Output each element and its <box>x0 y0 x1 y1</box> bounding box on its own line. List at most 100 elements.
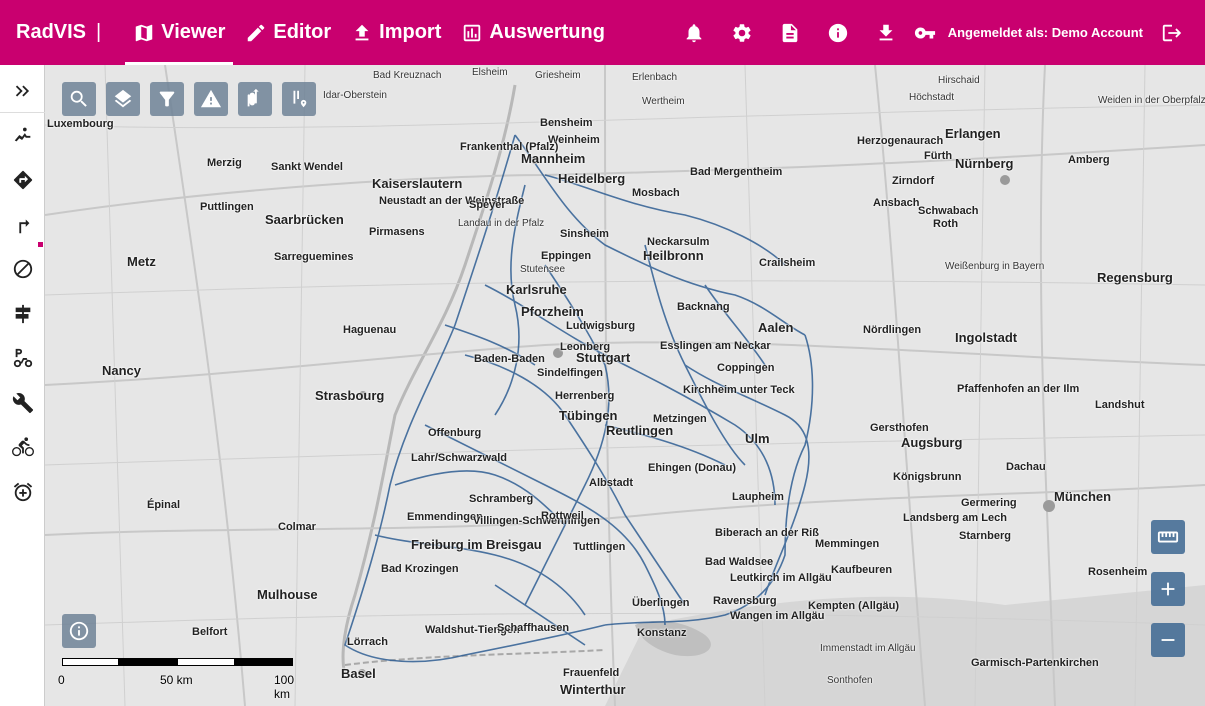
city-label: Frauenfeld <box>563 667 620 679</box>
city-label: Tuttlingen <box>573 541 626 553</box>
city-label: Albstadt <box>589 477 633 489</box>
city-label: Nürnberg <box>955 156 1014 171</box>
city-label: Wertheim <box>642 96 685 107</box>
city-label: Wangen im Allgäu <box>730 610 825 622</box>
city-label: Herzogenaurach <box>857 135 944 147</box>
city-label: Colmar <box>278 521 316 533</box>
city-label: Landshut <box>1095 399 1145 411</box>
scale-segment <box>62 658 119 666</box>
document-icon <box>782 23 798 42</box>
city-label: Freiburg im Breisgau <box>411 537 542 552</box>
sidebar-item-bike-sharing[interactable] <box>0 427 45 467</box>
city-label: Schaffhausen <box>497 622 570 634</box>
city-label: Ingolstadt <box>955 330 1018 345</box>
city-label: Memmingen <box>815 538 880 550</box>
sidebar-item-turn[interactable] <box>0 205 45 245</box>
main-nav: Viewer Editor Import Auswertung <box>123 0 615 65</box>
city-label: Ulm <box>745 431 770 446</box>
expand-sidebar-button[interactable] <box>0 69 45 113</box>
city-label: Landsberg am Lech <box>903 512 1007 524</box>
scale-segment <box>235 658 293 666</box>
key-icon <box>914 27 935 38</box>
scale-segment <box>177 658 235 666</box>
zoom-out-button[interactable] <box>1151 623 1185 657</box>
city-label: Metz <box>127 254 156 269</box>
pencil-icon <box>248 24 265 41</box>
city-label: Offenburg <box>428 427 482 439</box>
city-label: Sarreguemines <box>274 251 354 263</box>
documents-button[interactable] <box>766 9 814 57</box>
nav-auswertung[interactable]: Auswertung <box>451 0 615 65</box>
city-label: Basel <box>341 666 376 681</box>
info-button[interactable] <box>814 9 862 57</box>
city-label: Winterthur <box>560 682 626 697</box>
city-label: Regensburg <box>1097 270 1173 285</box>
nav-import[interactable]: Import <box>341 0 451 65</box>
city-label: Mosbach <box>632 187 680 199</box>
sidebar-item-bike-parking[interactable] <box>0 338 45 378</box>
city-label: Garmisch-Partenkirchen <box>971 657 1099 669</box>
route-tool-button[interactable] <box>238 82 272 116</box>
city-label: Erlenbach <box>632 72 678 83</box>
sidebar-item-signpost[interactable] <box>0 294 45 334</box>
city-label: Biberach an der Riß <box>715 527 819 539</box>
city-label: Rottweil <box>541 510 584 522</box>
logout-button[interactable] <box>1151 9 1193 57</box>
nav-viewer[interactable]: Viewer <box>123 0 235 65</box>
sidebar-item-route[interactable] <box>0 160 45 200</box>
city-label: Sindelfingen <box>537 367 603 379</box>
sidebar-item-maintenance[interactable] <box>0 383 45 423</box>
city-label: Augsburg <box>901 435 963 450</box>
city-label: Nancy <box>102 363 142 378</box>
layers-button[interactable] <box>106 82 140 116</box>
info-icon <box>828 23 847 42</box>
ruler-button[interactable] <box>1151 520 1185 554</box>
city-label: Karlsruhe <box>506 282 567 297</box>
city-label: Pforzheim <box>521 304 584 319</box>
city-label: Fürth <box>924 150 953 162</box>
warning-icon <box>200 89 222 108</box>
sidebar-item-alarm[interactable] <box>0 472 45 512</box>
city-label: Bad Waldsee <box>705 556 774 568</box>
city-label: Kaufbeuren <box>831 564 893 576</box>
city-label: Ludwigsburg <box>566 320 636 332</box>
measure-tool-button[interactable] <box>282 82 316 116</box>
city-label: Überlingen <box>632 597 690 609</box>
warning-button[interactable] <box>194 82 228 116</box>
nav-editor[interactable]: Editor <box>235 0 341 65</box>
city-label: Leonberg <box>560 341 611 353</box>
download-button[interactable] <box>862 9 910 57</box>
city-label: Idar-Oberstein <box>323 90 387 101</box>
zoom-in-button[interactable] <box>1151 572 1185 606</box>
nav-editor-label: Editor <box>273 21 332 43</box>
city-label: Mannheim <box>521 151 586 166</box>
city-label: Laupheim <box>732 491 784 503</box>
city-label: Schwabach <box>918 205 979 217</box>
header-actions: Angemeldet als: Demo Account <box>670 0 1205 65</box>
sidebar-item-cyclist[interactable] <box>0 115 45 155</box>
map-info-button[interactable] <box>62 614 96 648</box>
settings-button[interactable] <box>718 9 766 57</box>
notifications-button[interactable] <box>670 9 718 57</box>
sidebar-item-blocked[interactable] <box>0 249 45 289</box>
city-label: Schramberg <box>469 493 534 505</box>
minus-icon <box>1161 639 1175 641</box>
block-icon <box>13 259 32 279</box>
filter-button[interactable] <box>150 82 184 116</box>
city-label: Coppingen <box>717 362 775 374</box>
user-account[interactable]: Angemeldet als: Demo Account <box>914 22 1143 44</box>
plus-icon <box>1161 582 1175 596</box>
map-canvas[interactable]: Bad Kreuznach Elsheim Griesheim Erlenbach We… <box>45 65 1205 706</box>
city-label: Bad Mergentheim <box>690 166 783 178</box>
double-chevron-right-icon <box>15 85 29 96</box>
city-label: Herrenberg <box>555 390 615 402</box>
scale-label-zero: 0 <box>58 673 65 687</box>
app-brand[interactable]: RadVIS | <box>16 21 101 44</box>
nav-auswertung-label: Auswertung <box>489 21 605 43</box>
nav-viewer-label: Viewer <box>161 21 226 43</box>
city-label: Germering <box>961 497 1017 509</box>
city-label: Bad Kreuznach <box>373 70 442 81</box>
city-label: Épinal <box>147 499 181 511</box>
city-label: Elsheim <box>472 67 508 78</box>
search-button[interactable] <box>62 82 96 116</box>
